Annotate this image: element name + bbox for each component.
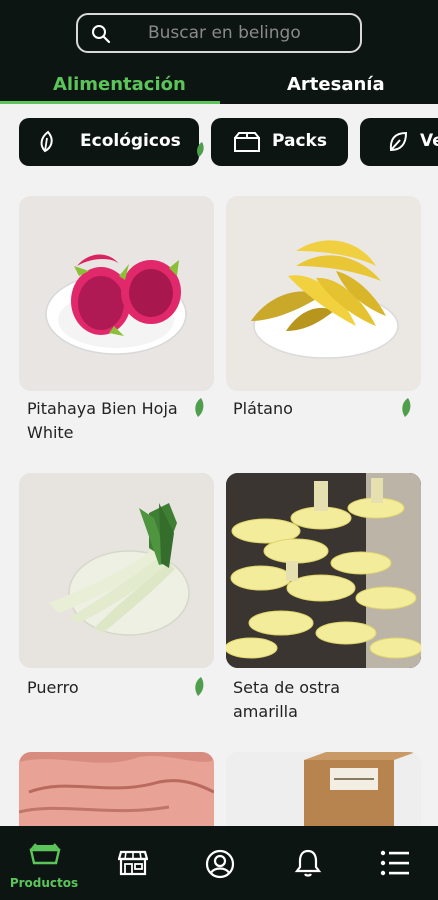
product-name-line: Seta de ostra	[233, 678, 341, 697]
eco-leaf-icon	[195, 398, 204, 417]
box-product-image	[226, 752, 421, 826]
product-image[interactable]	[226, 752, 421, 826]
product-name[interactable]: Plátano	[233, 397, 293, 421]
product-name[interactable]: Seta de ostra amarilla	[233, 676, 340, 724]
product-image[interactable]	[19, 196, 214, 391]
banana-image	[226, 196, 421, 391]
product-image[interactable]	[19, 473, 214, 668]
pink-oyster-mushroom-image	[19, 752, 214, 826]
chip-label: Ecológicos	[80, 131, 181, 151]
tab-artesania[interactable]: Artesanía	[287, 74, 385, 95]
chip-ecologicos[interactable]: Ecológicos	[19, 118, 199, 166]
product-name[interactable]: Pitahaya Bien Hoja White	[27, 397, 178, 445]
box-icon	[234, 132, 260, 152]
search-input[interactable]: Buscar en belingo	[76, 13, 362, 53]
tab-alimentacion[interactable]: Alimentación	[53, 74, 186, 95]
leek-image	[19, 473, 214, 668]
bottom-nav: Productos	[0, 826, 438, 900]
bell-icon	[294, 849, 322, 877]
product-image[interactable]	[226, 473, 421, 668]
product-image[interactable]	[19, 752, 214, 826]
store-icon	[118, 850, 148, 876]
product-image[interactable]	[226, 196, 421, 391]
nav-menu[interactable]	[352, 826, 438, 900]
nav-notifications[interactable]	[264, 826, 352, 900]
nav-store[interactable]	[88, 826, 176, 900]
chip-label: Ve	[420, 131, 438, 151]
user-icon	[205, 849, 235, 879]
search-icon	[92, 25, 111, 44]
leaf-icon	[197, 142, 204, 157]
chip-label: Packs	[272, 131, 327, 151]
eco-leaf-icon	[195, 677, 204, 696]
eco-leaf-icon	[402, 398, 411, 417]
yellow-oyster-mushroom-image	[226, 473, 421, 668]
chip-packs[interactable]: Packs	[211, 118, 348, 166]
search-placeholder: Buscar en belingo	[148, 23, 301, 43]
filter-chips: Ecológicos Packs Ve	[0, 118, 438, 168]
menu-icon	[380, 850, 409, 876]
product-name-line: Plátano	[233, 399, 293, 418]
leaf-icon	[40, 130, 53, 153]
nav-productos[interactable]: Productos	[0, 826, 88, 900]
vegan-leaf-icon	[389, 131, 408, 152]
dragon-fruit-image	[19, 196, 214, 391]
product-name-line: amarilla	[233, 702, 298, 721]
product-name-line: Pitahaya Bien Hoja	[27, 399, 178, 418]
product-name[interactable]: Puerro	[27, 676, 79, 700]
product-name-line: White	[27, 423, 74, 442]
active-tab-indicator	[0, 101, 220, 104]
nav-profile[interactable]	[176, 826, 264, 900]
nav-label: Productos	[9, 876, 79, 890]
top-bar: Buscar en belingo Alimentación Artesanía	[0, 0, 438, 104]
product-name-line: Puerro	[27, 678, 79, 697]
chip-veganos[interactable]: Ve	[360, 118, 438, 166]
category-tabs: Alimentación Artesanía	[0, 68, 438, 104]
basket-icon	[29, 843, 61, 865]
